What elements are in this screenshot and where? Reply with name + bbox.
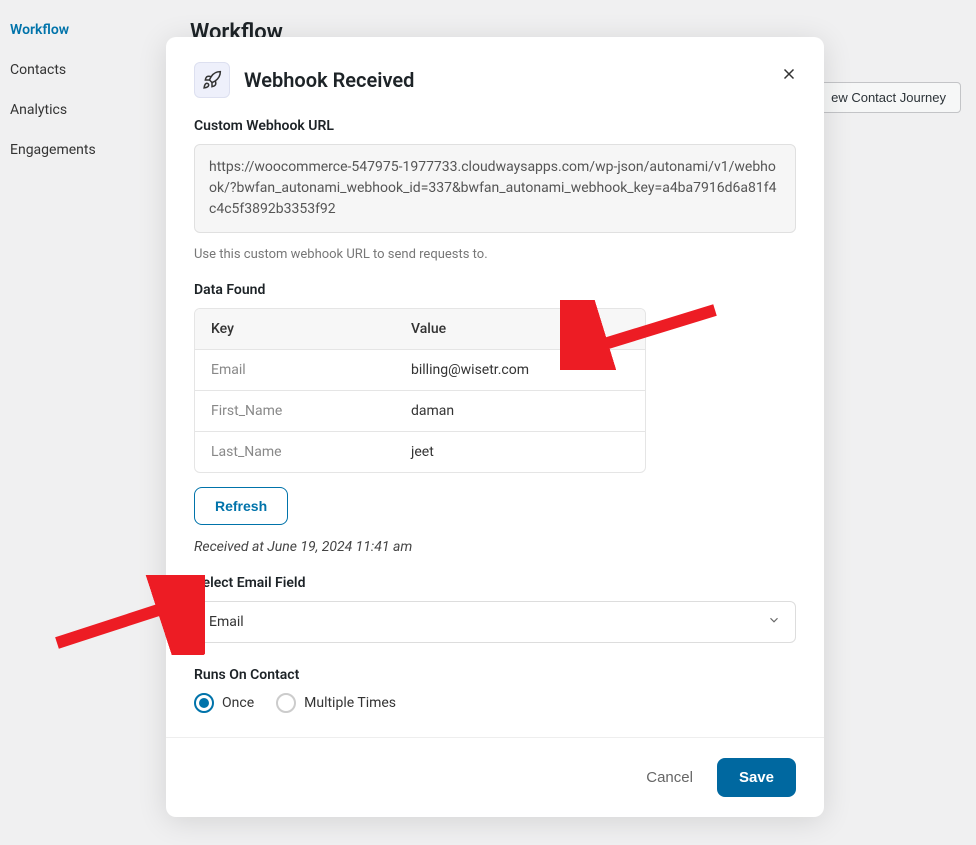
radio-once-indicator — [194, 693, 214, 713]
table-header-value: Value — [395, 309, 645, 349]
bg-sidebar: Workflow Contacts Analytics Engagements — [0, 0, 170, 180]
table-row: Email billing@wisetr.com — [195, 350, 645, 391]
modal-body: Custom Webhook URL Use this custom webho… — [166, 98, 824, 737]
table-cell-key: Last_Name — [195, 432, 395, 472]
modal-footer: Cancel Save — [166, 737, 824, 817]
runs-on-label: Runs On Contact — [194, 667, 796, 683]
webhook-url-label: Custom Webhook URL — [194, 118, 796, 134]
received-timestamp: Received at June 19, 2024 11:41 am — [194, 539, 796, 555]
table-cell-value: daman — [395, 391, 645, 431]
table-cell-key: First_Name — [195, 391, 395, 431]
refresh-button[interactable]: Refresh — [194, 487, 288, 525]
select-email-value: Email — [209, 614, 244, 630]
nav-analytics[interactable]: Analytics — [0, 90, 170, 130]
table-row: First_Name daman — [195, 391, 645, 432]
table-header-row: Key Value — [195, 309, 645, 350]
table-cell-key: Email — [195, 350, 395, 390]
modal-title: Webhook Received — [244, 68, 414, 92]
table-row: Last_Name jeet — [195, 432, 645, 472]
radio-multiple-indicator — [276, 693, 296, 713]
modal-header: Webhook Received — [166, 37, 824, 98]
data-found-label: Data Found — [194, 282, 796, 298]
nav-workflow[interactable]: Workflow — [0, 10, 170, 50]
nav-engagements[interactable]: Engagements — [0, 130, 170, 170]
table-header-key: Key — [195, 309, 395, 349]
chevron-down-icon — [767, 613, 781, 631]
radio-group: Once Multiple Times — [194, 693, 796, 737]
table-cell-value: jeet — [395, 432, 645, 472]
webhook-modal: Webhook Received Custom Webhook URL Use … — [166, 37, 824, 817]
new-contact-journey-button[interactable]: ew Contact Journey — [816, 82, 961, 113]
cancel-button[interactable]: Cancel — [646, 769, 693, 786]
rocket-icon — [194, 62, 230, 98]
nav-contacts[interactable]: Contacts — [0, 50, 170, 90]
radio-multiple-label: Multiple Times — [304, 695, 396, 711]
select-email-field[interactable]: Email — [194, 601, 796, 643]
save-button[interactable]: Save — [717, 758, 796, 797]
data-table: Key Value Email billing@wisetr.com First… — [194, 308, 646, 473]
table-cell-value: billing@wisetr.com — [395, 350, 645, 390]
webhook-url-field[interactable] — [194, 144, 796, 233]
radio-once[interactable]: Once — [194, 693, 254, 713]
radio-multiple[interactable]: Multiple Times — [276, 693, 396, 713]
close-icon[interactable] — [780, 65, 798, 87]
webhook-url-helper: Use this custom webhook URL to send requ… — [194, 247, 796, 262]
select-email-label: Select Email Field — [194, 575, 796, 591]
radio-once-label: Once — [222, 695, 254, 711]
